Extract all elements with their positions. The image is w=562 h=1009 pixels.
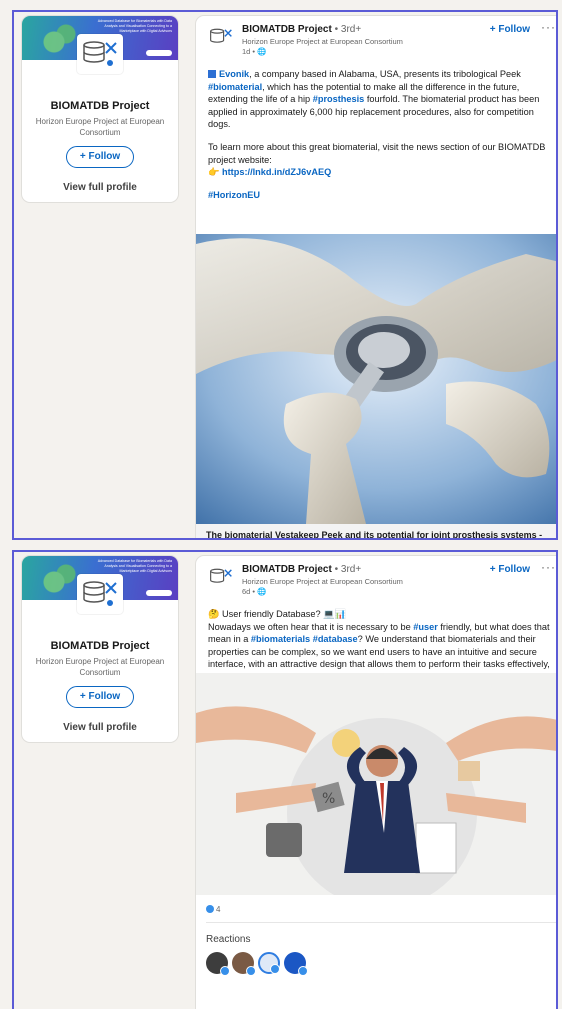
profile-subtitle: Horizon Europe Project at European Conso… (35, 657, 165, 677)
reactions-heading: Reactions (206, 934, 251, 945)
banner-pill (146, 50, 172, 56)
like-icon (220, 966, 230, 976)
post-author[interactable]: BIOMATDB Project • 3rd+ (242, 564, 361, 575)
like-icon (298, 966, 308, 976)
external-link[interactable]: https://lnkd.in/dZJ6vAEQ (222, 167, 331, 177)
author-logo-icon[interactable] (208, 566, 234, 588)
post-follow-button[interactable]: + Follow (490, 564, 530, 575)
post-card: BIOMATDB Project • 3rd+ Horizon Europe P… (196, 556, 556, 1009)
author-logo-icon[interactable] (208, 26, 234, 48)
more-options-icon[interactable]: ··· (541, 20, 556, 34)
post-follow-button[interactable]: + Follow (490, 24, 530, 35)
avatar[interactable] (206, 952, 230, 976)
post-header: BIOMATDB Project • 3rd+ Horizon Europe P… (196, 16, 556, 68)
hashtag-link[interactable]: #HorizonEU (208, 190, 260, 200)
company-logo[interactable] (77, 34, 123, 74)
follow-button[interactable]: + Follow (66, 686, 134, 708)
post-image[interactable]: % (196, 673, 556, 895)
post-image[interactable] (196, 234, 556, 524)
divider (206, 922, 556, 923)
profile-name[interactable]: BIOMATDB Project (22, 100, 178, 112)
stressed-businessman-illustration: % (196, 673, 556, 895)
mention-link[interactable]: Evonik (219, 69, 249, 79)
link-preview-caption[interactable]: The biomaterial Vestakeep Peek and its p… (196, 524, 556, 538)
view-full-profile-link[interactable]: View full profile (22, 182, 178, 193)
company-badge-icon (208, 70, 216, 78)
hashtag-link[interactable]: #database (313, 634, 358, 644)
profile-card: Advanced Database for Biomaterials with … (22, 16, 178, 202)
avatar[interactable] (232, 952, 256, 976)
avatar[interactable] (258, 952, 280, 974)
feed-panel-1: Advanced Database for Biomaterials with … (12, 10, 558, 540)
follow-button[interactable]: + Follow (66, 146, 134, 168)
post-time: 1d • 🌐 (242, 47, 267, 56)
banner-pill (146, 590, 172, 596)
database-logo-icon (83, 41, 117, 66)
globe-icon: 🌐 (257, 587, 267, 596)
hashtag-link[interactable]: #biomaterial (208, 82, 262, 92)
profile-name[interactable]: BIOMATDB Project (22, 640, 178, 652)
hashtag-link[interactable]: #biomaterials (251, 634, 310, 644)
profile-card: Advanced Database for Biomaterials with … (22, 556, 178, 742)
hip-prosthesis-illustration (196, 234, 556, 524)
post-card: BIOMATDB Project • 3rd+ Horizon Europe P… (196, 16, 556, 538)
like-icon (270, 964, 280, 974)
post-headline: Horizon Europe Project at European Conso… (242, 577, 403, 586)
svg-text:%: % (322, 791, 335, 807)
thinking-emoji-icon: 🤔 (208, 609, 220, 619)
post-headline: Horizon Europe Project at European Conso… (242, 37, 403, 46)
more-options-icon[interactable]: ··· (541, 560, 556, 574)
post-body: Evonik, a company based in Alabama, USA,… (196, 68, 556, 202)
post-paragraph: #HorizonEU (208, 189, 556, 202)
pointing-hand-icon: 👉 (208, 167, 220, 178)
post-header: BIOMATDB Project • 3rd+ Horizon Europe P… (196, 556, 556, 608)
hashtag-link[interactable]: #user (413, 622, 438, 632)
post-author[interactable]: BIOMATDB Project • 3rd+ (242, 24, 361, 35)
feed-panel-2: Advanced Database for Biomaterials with … (12, 550, 558, 1009)
hashtag-link[interactable]: #prosthesis (313, 94, 365, 104)
globe-icon: 🌐 (257, 47, 267, 56)
avatar[interactable] (284, 952, 308, 976)
view-full-profile-link[interactable]: View full profile (22, 722, 178, 733)
reactor-avatars (206, 952, 310, 978)
banner-tagline: Advanced Database for Biomaterials with … (97, 19, 172, 33)
post-paragraph: To learn more about this great biomateri… (208, 141, 546, 178)
banner-tagline: Advanced Database for Biomaterials with … (97, 559, 172, 573)
company-logo[interactable] (77, 574, 123, 614)
like-icon (206, 905, 214, 913)
like-icon (246, 966, 256, 976)
post-paragraph: Evonik, a company based in Alabama, USA,… (208, 69, 540, 130)
database-logo-icon (83, 581, 117, 606)
post-time: 6d • 🌐 (242, 587, 267, 596)
profile-subtitle: Horizon Europe Project at European Conso… (35, 117, 165, 137)
reaction-count[interactable]: 4 (206, 905, 220, 914)
